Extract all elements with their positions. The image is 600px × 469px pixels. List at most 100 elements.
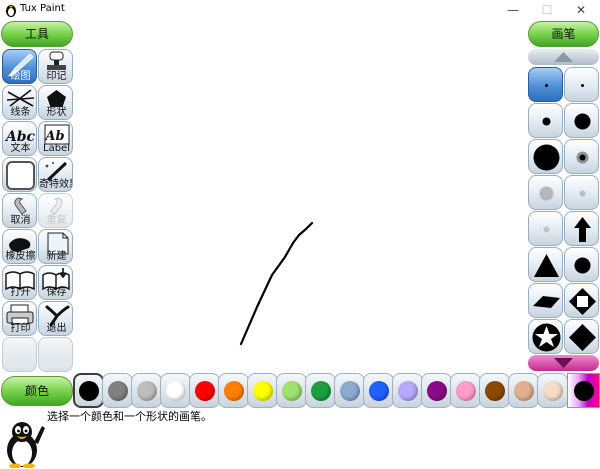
brush-tiny-dot[interactable]: [528, 67, 563, 102]
brush-square-diamond[interactable]: [564, 283, 599, 318]
medium-dot-icon: [574, 113, 591, 130]
small-dot-icon: [542, 117, 551, 126]
maximize-button[interactable]: ☐: [532, 0, 562, 20]
tool-label: 印记: [46, 71, 67, 82]
tiny-dot-icon: [581, 84, 584, 87]
tool-label: 打印: [10, 323, 31, 334]
color-swatch-blue[interactable]: [363, 373, 394, 408]
tool-button-3[interactable]: 形状: [38, 85, 73, 120]
color-swatch-pink[interactable]: [450, 373, 481, 408]
tool-button-15[interactable]: 退出: [38, 301, 73, 336]
color-dot: [108, 381, 128, 401]
color-dot: [137, 381, 157, 401]
tool-button-7[interactable]: 奇特效果: [38, 157, 73, 192]
window-title: Tux Paint: [20, 3, 65, 14]
tool-button-8[interactable]: 取消: [2, 193, 37, 228]
brush-scroll-down-button[interactable]: [528, 355, 599, 371]
color-swatch-green[interactable]: [305, 373, 336, 408]
color-swatch-lavender[interactable]: [392, 373, 423, 408]
color-dot: [369, 381, 389, 401]
large-dot-icon: [533, 144, 560, 171]
color-swatch-purple[interactable]: [421, 373, 452, 408]
color-swatch-gray[interactable]: [102, 373, 133, 408]
blank-icon: [6, 161, 35, 190]
tool-button-2[interactable]: 线条: [2, 85, 37, 120]
tool-button-10[interactable]: 橡皮擦: [2, 229, 37, 264]
color-swatch-silver[interactable]: [131, 373, 162, 408]
tool-label: 重复: [46, 215, 67, 226]
color-swatch-black[interactable]: [73, 373, 104, 408]
tool-button-0[interactable]: 绘图: [2, 49, 37, 84]
circle-icon: [574, 257, 591, 274]
color-swatch-steel-blue[interactable]: [334, 373, 365, 408]
tool-button-6[interactable]: [2, 157, 37, 192]
color-header: 颜色: [1, 376, 73, 406]
color-dot: [398, 381, 418, 401]
brush-small-dot[interactable]: [528, 103, 563, 138]
minimize-button[interactable]: —: [498, 0, 528, 20]
tool-button-13[interactable]: 保存: [38, 265, 73, 300]
drawing-canvas[interactable]: [73, 45, 527, 373]
tool-button-11[interactable]: 新建: [38, 229, 73, 264]
tool-label: 新建: [46, 251, 67, 262]
brush-tiny-dot[interactable]: [564, 67, 599, 102]
fuzzy-dot-icon: [576, 151, 589, 164]
color-swatch-orange[interactable]: [218, 373, 249, 408]
tool-button-9[interactable]: 重复: [38, 193, 73, 228]
brush-arrow-up[interactable]: [564, 211, 599, 246]
color-swatch-tan[interactable]: [508, 373, 539, 408]
brush-blur-dot[interactable]: [528, 175, 563, 210]
tool-label: 线条: [10, 107, 31, 118]
title-bar: Tux Paint — ☐ ✕: [0, 0, 600, 20]
tool-button-4[interactable]: Abc 文本: [2, 121, 37, 156]
faint-dot-icon: [579, 190, 586, 197]
svg-text:Ab: Ab: [43, 129, 64, 144]
tool-label: 保存: [46, 287, 67, 298]
brush-large-dot[interactable]: [528, 139, 563, 174]
tool-button-1[interactable]: 印记: [38, 49, 73, 84]
brush-scroll-up-button[interactable]: [528, 49, 599, 65]
brush-faint-small-dot[interactable]: [528, 211, 563, 246]
brush-fuzzy-dot[interactable]: [564, 139, 599, 174]
color-dot: [195, 381, 215, 401]
tool-button-empty: [38, 337, 73, 372]
tool-button-12[interactable]: 打开: [2, 265, 37, 300]
color-swatch-yellow[interactable]: [247, 373, 278, 408]
color-picker-dot: [574, 381, 594, 401]
color-swatch-skin[interactable]: [537, 373, 568, 408]
color-swatch-red[interactable]: [189, 373, 220, 408]
brush-triangle[interactable]: [528, 247, 563, 282]
tool-label: 橡皮擦: [5, 251, 36, 262]
tool-label: 取消: [10, 215, 31, 226]
color-picker-button[interactable]: [567, 373, 600, 408]
color-swatch-light-green[interactable]: [276, 373, 307, 408]
tool-button-5[interactable]: Ab Label: [38, 121, 73, 156]
color-dot: [282, 381, 302, 401]
brush-diamond[interactable]: [564, 319, 599, 354]
brush-star[interactable]: [528, 319, 563, 354]
tool-label: 形状: [46, 107, 67, 118]
tiny-dot-icon: [545, 84, 548, 87]
color-dot: [224, 381, 244, 401]
close-button[interactable]: ✕: [566, 0, 596, 20]
triangle-icon: [534, 254, 559, 277]
color-dot: [166, 381, 186, 401]
color-swatch-brown[interactable]: [479, 373, 510, 408]
brush-circle[interactable]: [564, 247, 599, 282]
color-dot: [79, 381, 99, 401]
arrow-up-icon: [574, 217, 591, 242]
color-dot: [514, 381, 534, 401]
tool-label: 奇特效果: [39, 179, 72, 190]
tux-app-icon: [6, 5, 16, 17]
canvas-drawing: [239, 221, 314, 346]
tool-button-empty: [2, 337, 37, 372]
tool-label: 退出: [46, 323, 67, 334]
color-swatch-white[interactable]: [160, 373, 191, 408]
tool-button-14[interactable]: 打印: [2, 301, 37, 336]
color-dot: [340, 381, 360, 401]
color-dot: [253, 381, 273, 401]
brush-header: 画笔: [528, 21, 599, 47]
brush-diamond-flat[interactable]: [528, 283, 563, 318]
brush-faint-dot[interactable]: [564, 175, 599, 210]
brush-medium-dot[interactable]: [564, 103, 599, 138]
